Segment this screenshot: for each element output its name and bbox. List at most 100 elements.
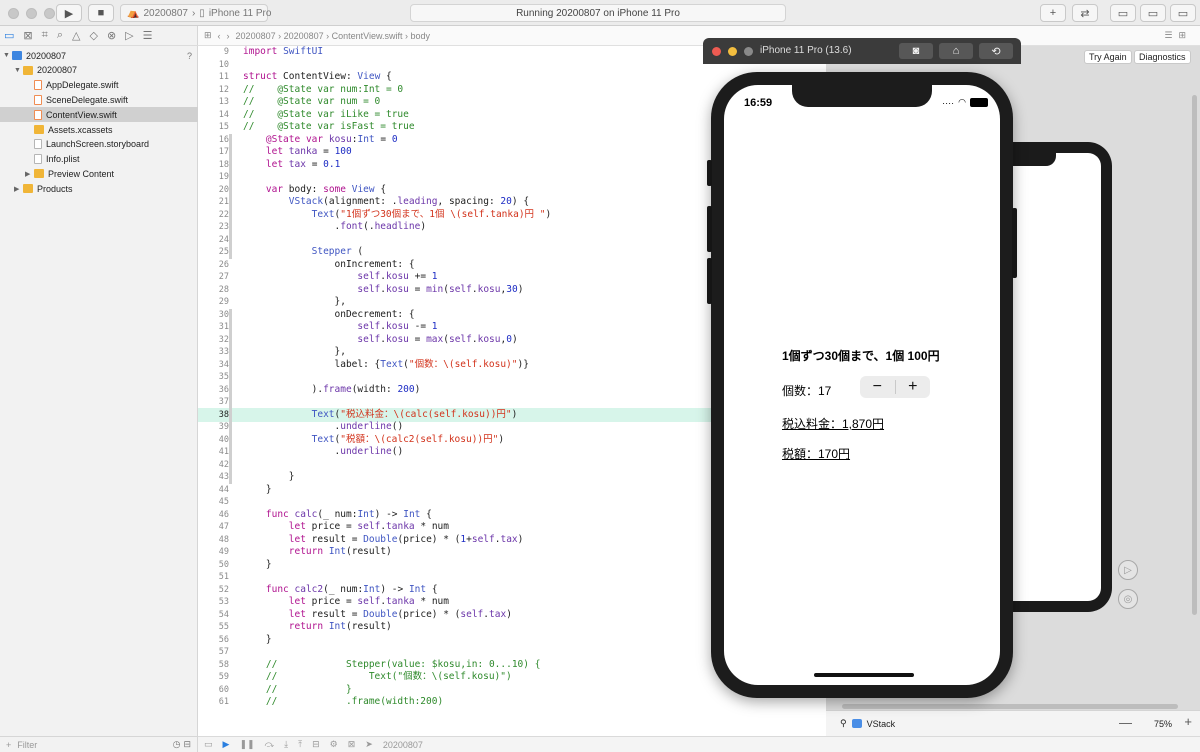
line-number[interactable]: 56: [198, 634, 229, 646]
folder-icon[interactable]: ▭: [4, 29, 14, 42]
line-number[interactable]: 9: [198, 46, 229, 58]
simulator-close-button[interactable]: [712, 47, 721, 56]
disclosure-icon[interactable]: ▼: [3, 52, 12, 59]
search-icon[interactable]: ⌕: [57, 29, 63, 42]
diagnostics-button[interactable]: Diagnostics: [1134, 50, 1191, 64]
navigator-item[interactable]: ▶ Preview Content: [0, 166, 198, 181]
line-number[interactable]: 33: [198, 346, 229, 358]
code-line[interactable]: @State var kosu:Int = 0: [243, 134, 398, 146]
horizontal-scrollbar[interactable]: [842, 704, 1178, 709]
code-line[interactable]: self.kosu = max(self.kosu,0): [243, 334, 517, 346]
code-line[interactable]: }: [243, 559, 272, 571]
line-number[interactable]: 28: [198, 284, 229, 296]
navigator-item[interactable]: ▼ 20200807: [0, 63, 198, 78]
report-icon[interactable]: ☰: [143, 29, 153, 42]
navigator-item[interactable]: ContentView.swift: [0, 107, 198, 123]
add-file-icon[interactable]: +: [6, 740, 11, 750]
line-number[interactable]: 43: [198, 471, 229, 483]
pin-icon[interactable]: ⚲: [840, 718, 847, 729]
code-line[interactable]: .font(.headline): [243, 221, 427, 233]
navigator-item[interactable]: ▼ 20200807?: [0, 48, 198, 63]
navigator-item[interactable]: ▶ Products: [0, 181, 198, 196]
forward-arrow-icon[interactable]: ›: [227, 31, 230, 41]
code-line[interactable]: Text("税額：\(calc2(self.kosu))円"): [243, 434, 504, 446]
line-number[interactable]: 39: [198, 421, 229, 433]
line-number[interactable]: 36: [198, 384, 229, 396]
code-line[interactable]: // }: [243, 684, 352, 696]
memory-graph-icon[interactable]: ⚙: [330, 739, 338, 750]
code-line[interactable]: struct ContentView: View {: [243, 71, 392, 83]
code-line[interactable]: let price = self.tanka * num: [243, 521, 449, 533]
step-in-icon[interactable]: ⤓: [284, 739, 288, 750]
disclosure-icon[interactable]: ▼: [14, 67, 23, 74]
line-number[interactable]: 22: [198, 209, 229, 221]
line-number[interactable]: 24: [198, 234, 229, 246]
line-number[interactable]: 50: [198, 559, 229, 571]
code-line[interactable]: onIncrement: {: [243, 259, 415, 271]
line-number[interactable]: 54: [198, 609, 229, 621]
code-line[interactable]: .underline(): [243, 446, 404, 458]
zoom-window-button[interactable]: [44, 8, 55, 19]
navigator-item[interactable]: Assets.xcassets: [0, 122, 198, 137]
code-line[interactable]: VStack(alignment: .leading, spacing: 20)…: [243, 196, 529, 208]
line-number[interactable]: 31: [198, 321, 229, 333]
increment-button[interactable]: +: [896, 376, 931, 398]
canvas-breadcrumb[interactable]: VStack: [867, 719, 896, 729]
line-number[interactable]: 57: [198, 646, 229, 658]
step-over-icon[interactable]: ⤼: [265, 739, 275, 750]
symbol-icon[interactable]: ⌗: [42, 29, 48, 42]
home-indicator[interactable]: [814, 673, 914, 677]
line-number[interactable]: 37: [198, 396, 229, 408]
line-number[interactable]: 10: [198, 59, 229, 71]
code-line[interactable]: let price = self.tanka * num: [243, 596, 449, 608]
code-line[interactable]: .underline(): [243, 421, 404, 433]
code-line[interactable]: let tax = 0.1: [243, 159, 340, 171]
code-line[interactable]: // @State var iLike = true: [243, 109, 409, 121]
line-number[interactable]: 59: [198, 671, 229, 683]
warning-icon[interactable]: △: [72, 29, 80, 42]
code-line[interactable]: Text("1個ずつ30個まで、1個 \(self.tanka)円 "): [243, 209, 552, 221]
simulator-zoom-button[interactable]: [744, 47, 753, 56]
line-number[interactable]: 35: [198, 371, 229, 383]
code-line[interactable]: // .frame(width:200): [243, 696, 443, 708]
line-number[interactable]: 26: [198, 259, 229, 271]
line-number[interactable]: 14: [198, 109, 229, 121]
line-number[interactable]: 47: [198, 521, 229, 533]
code-line[interactable]: }: [243, 484, 272, 496]
preview-inspect-icon[interactable]: ◎: [1118, 589, 1138, 609]
rotate-button[interactable]: ⟲: [979, 43, 1013, 59]
breadcrumb[interactable]: 20200807 › 20200807 › ContentView.swift …: [236, 31, 431, 41]
line-number[interactable]: 53: [198, 596, 229, 608]
line-number[interactable]: 13: [198, 96, 229, 108]
code-line[interactable]: return Int(result): [243, 621, 392, 633]
pause-icon[interactable]: ❚❚: [239, 739, 254, 750]
line-number[interactable]: 16: [198, 134, 229, 146]
library-button[interactable]: +: [1040, 4, 1066, 22]
screenshot-button[interactable]: ◙: [899, 43, 933, 59]
code-line[interactable]: onDecrement: {: [243, 309, 415, 321]
breadcrumb-item[interactable]: body: [411, 31, 431, 41]
code-line[interactable]: let result = Double(price) * (1+self.tax…: [243, 534, 524, 546]
line-number[interactable]: 29: [198, 296, 229, 308]
line-number[interactable]: 38: [198, 409, 229, 421]
navigator-item[interactable]: SceneDelegate.swift: [0, 92, 198, 107]
line-number[interactable]: 61: [198, 696, 229, 708]
code-line[interactable]: var body: some View {: [243, 184, 386, 196]
home-button[interactable]: ⌂: [939, 43, 973, 59]
line-number[interactable]: 17: [198, 146, 229, 158]
line-number[interactable]: 45: [198, 496, 229, 508]
line-number[interactable]: 49: [198, 546, 229, 558]
code-line[interactable]: // Stepper(value: $kosu,in: 0...10) {: [243, 659, 541, 671]
code-line[interactable]: // @State var num:Int = 0: [243, 84, 403, 96]
line-number[interactable]: 46: [198, 509, 229, 521]
line-number[interactable]: 25: [198, 246, 229, 258]
code-line[interactable]: let result = Double(price) * (self.tax): [243, 609, 512, 621]
filter-options-icon[interactable]: ◷⊟: [173, 739, 194, 750]
change-indicator-bar[interactable]: [229, 133, 232, 259]
line-number[interactable]: 44: [198, 484, 229, 496]
line-number[interactable]: 55: [198, 621, 229, 633]
code-line[interactable]: Text("税込料金：\(calc(self.kosu))円"): [243, 409, 518, 421]
line-number[interactable]: 18: [198, 159, 229, 171]
back-arrow-icon[interactable]: ‹: [218, 31, 221, 41]
minimize-window-button[interactable]: [26, 8, 37, 19]
